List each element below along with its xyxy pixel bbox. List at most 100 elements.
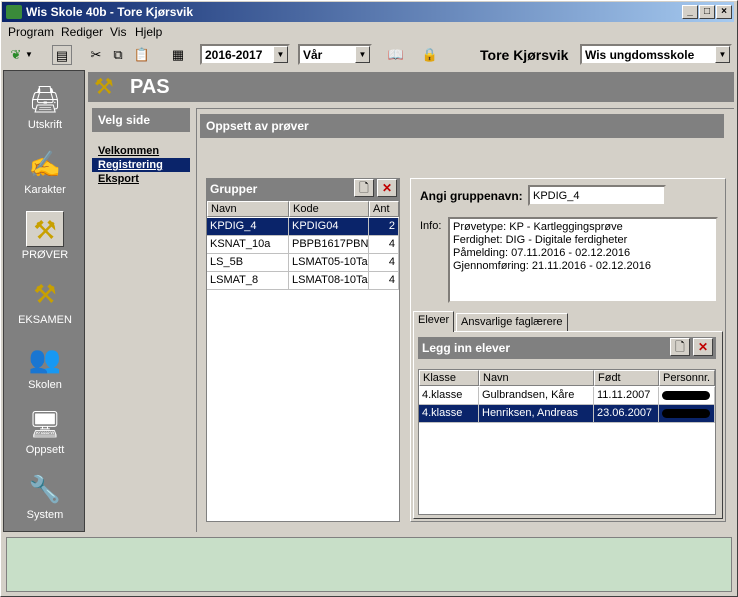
info-line: Ferdighet: DIG - Digitale ferdigheter <box>453 234 628 246</box>
sidebar-item-karakter[interactable]: ✍ Karakter <box>4 140 86 204</box>
cell-kode: PBPB1617PBN/ <box>289 236 369 254</box>
page-nav: Velg side Velkommen Registrering Eksport <box>92 108 190 186</box>
column-header-navn[interactable]: Navn <box>207 201 289 217</box>
table-row[interactable]: 4.klasse Henriksen, Andreas 23.06.2007 <box>419 405 715 423</box>
new-group-button[interactable]: 🗋 <box>354 179 374 197</box>
sidebar-item-prover[interactable]: ⚒ PRØVER <box>4 205 86 269</box>
school-value: Wis ungdomsskole <box>585 48 695 62</box>
nav-link-velkommen[interactable]: Velkommen <box>92 144 190 158</box>
sidebar-item-label: Karakter <box>24 184 66 196</box>
book-icon[interactable]: 📖 <box>386 45 406 65</box>
redaction-mark <box>662 409 710 418</box>
column-header-kode[interactable]: Kode <box>289 201 369 217</box>
delete-icon: ✕ <box>697 340 709 354</box>
term-value: Vår <box>303 48 323 62</box>
school-select[interactable]: Wis ungdomsskole ▼ <box>580 44 732 65</box>
sidebar-item-label: EKSAMEN <box>18 314 72 326</box>
minimize-button[interactable]: _ <box>682 5 698 19</box>
new-document-icon: 🗋 <box>359 181 369 195</box>
students-heading-label: Legg inn elever <box>422 341 511 355</box>
cell-ant: 4 <box>369 254 399 272</box>
chevron-down-icon: ▼ <box>273 46 288 63</box>
info-line: Prøvetype: KP - Kartleggingsprøve <box>453 221 623 233</box>
menu-bar: Program Rediger Vis Hjelp <box>2 23 734 41</box>
group-name-input[interactable] <box>528 185 666 206</box>
column-header-personnr[interactable]: Personnr. <box>659 370 715 386</box>
maximize-button[interactable]: □ <box>699 5 715 19</box>
table-row[interactable]: LSMAT_8 LSMAT08-10Ta 4 <box>207 272 399 290</box>
cell-personnr <box>659 405 715 423</box>
leaf-icon[interactable]: ❦ <box>6 45 26 65</box>
sidebar-item-label: Utskrift <box>27 119 63 131</box>
table-row[interactable]: LS_5B LSMAT05-10Ta 4 <box>207 254 399 272</box>
sidebar-item-label: System <box>26 509 64 521</box>
copy-icon[interactable]: ⧉ <box>108 45 128 65</box>
dropdown-arrow-icon[interactable]: ▼ <box>24 45 34 65</box>
group-name-label: Angi gruppenavn: <box>420 189 523 203</box>
module-title: PAS <box>130 76 170 98</box>
delete-group-button[interactable]: ✕ <box>377 179 397 197</box>
table-row[interactable]: KPDIG_4 KPDIG04 2 <box>207 218 399 236</box>
groups-table: Navn Kode Ant KPDIG_4 KPDIG04 2 KSNAT_10… <box>206 200 400 522</box>
cell-ant: 2 <box>369 218 399 236</box>
column-header-klasse[interactable]: Klasse <box>419 370 479 386</box>
cell-personnr <box>659 387 715 405</box>
cell-navn: LS_5B <box>207 254 289 272</box>
cell-klasse: 4.klasse <box>419 387 479 405</box>
cell-fodt: 11.11.2007 <box>594 387 659 405</box>
tab-ansvarlige-faglaerere[interactable]: Ansvarlige faglærere <box>456 313 568 332</box>
students-table: Klasse Navn Født Personnr. 4.klasse Gulb… <box>418 369 716 515</box>
lock-icon[interactable]: 🔒 <box>420 45 440 65</box>
main-heading: Oppsett av prøver <box>200 114 724 138</box>
sidebar-item-utskrift[interactable]: 🖨 Utskrift <box>4 75 86 139</box>
info-line: Påmelding: 07.11.2016 - 02.12.2016 <box>453 247 631 259</box>
cell-navn: Henriksen, Andreas <box>479 405 594 423</box>
menu-hjelp[interactable]: Hjelp <box>135 25 162 39</box>
sidebar-item-skolen[interactable]: 👥 Skolen <box>4 335 86 399</box>
nav-link-eksport[interactable]: Eksport <box>92 172 190 186</box>
app-logo-icon <box>6 5 22 19</box>
cell-fodt: 23.06.2007 <box>594 405 659 423</box>
module-header: ⚒ PAS <box>88 72 734 102</box>
computer-icon: 🖥 <box>28 409 62 439</box>
redaction-mark <box>662 391 710 400</box>
chevron-down-icon: ▼ <box>715 46 730 63</box>
sidebar-item-label: Oppsett <box>25 444 65 456</box>
tools-icon: ⚒ <box>94 74 114 99</box>
column-header-fodt[interactable]: Født <box>594 370 659 386</box>
groups-heading-label: Grupper <box>210 182 258 196</box>
sidebar-item-eksamen[interactable]: ⚒ EKSAMEN <box>4 270 86 334</box>
sidebar-item-system[interactable]: 🔧 System <box>4 465 86 529</box>
tab-elever[interactable]: Elever <box>413 311 455 332</box>
add-student-button[interactable]: 🗋 <box>670 338 690 356</box>
nav-link-registrering[interactable]: Registrering <box>92 158 190 172</box>
paste-icon[interactable]: 📋 <box>132 45 152 65</box>
column-header-ant[interactable]: Ant <box>369 201 399 217</box>
sidebar-item-label: PRØVER <box>21 249 69 261</box>
printer-icon: 🖨 <box>28 84 62 114</box>
info-label: Info: <box>420 220 442 232</box>
year-select[interactable]: 2016-2017 ▼ <box>200 44 290 65</box>
cell-ant: 4 <box>369 272 399 290</box>
new-document-icon: 🗋 <box>675 340 685 354</box>
menu-vis[interactable]: Vis <box>110 25 126 39</box>
view-icon[interactable]: ▤ <box>52 45 72 65</box>
sidebar-item-oppsett[interactable]: 🖥 Oppsett <box>4 400 86 464</box>
people-icon: 👥 <box>28 344 62 374</box>
year-value: 2016-2017 <box>205 48 263 62</box>
window-title: Wis Skole 40b - Tore Kjørsvik <box>26 5 194 19</box>
pen-icon: ✍ <box>28 149 62 179</box>
calendar-icon[interactable]: ▦ <box>168 45 188 65</box>
cut-icon[interactable]: ✂ <box>86 45 106 65</box>
delete-student-button[interactable]: ✕ <box>693 338 713 356</box>
close-button[interactable]: × <box>716 5 732 19</box>
term-select[interactable]: Vår ▼ <box>298 44 372 65</box>
status-area <box>6 537 732 592</box>
table-row[interactable]: 4.klasse Gulbrandsen, Kåre 11.11.2007 <box>419 387 715 405</box>
column-header-navn[interactable]: Navn <box>479 370 594 386</box>
menu-rediger[interactable]: Rediger <box>61 25 103 39</box>
menu-program[interactable]: Program <box>8 25 54 39</box>
title-bar: Wis Skole 40b - Tore Kjørsvik _ □ × <box>2 2 734 22</box>
cell-navn: KSNAT_10a <box>207 236 289 254</box>
table-row[interactable]: KSNAT_10a PBPB1617PBN/ 4 <box>207 236 399 254</box>
